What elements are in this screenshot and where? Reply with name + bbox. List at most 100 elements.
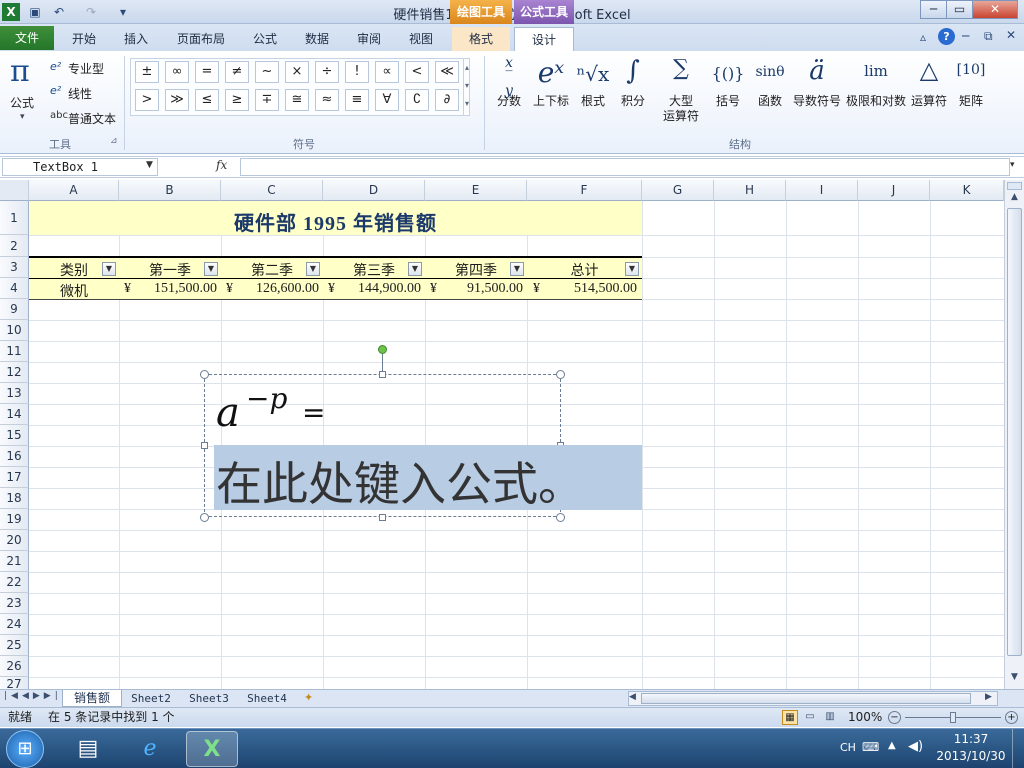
matrix-button[interactable]: 矩阵 bbox=[952, 94, 990, 109]
script-icon[interactable]: eˣ bbox=[530, 56, 572, 89]
page-break-view-icon[interactable]: ▥ bbox=[822, 710, 838, 725]
select-all-corner[interactable] bbox=[0, 180, 29, 201]
resize-handle-bottom[interactable] bbox=[379, 514, 386, 521]
symbol-divide[interactable]: ÷ bbox=[315, 61, 339, 83]
volume-icon[interactable]: ◀) bbox=[908, 739, 923, 754]
ribbon-collapse-icon[interactable]: ▵ bbox=[920, 30, 926, 44]
clock-time[interactable]: 11:37 bbox=[936, 732, 1006, 746]
sheet-tab-sheet2[interactable]: Sheet2 bbox=[124, 690, 178, 707]
row-header[interactable]: 22 bbox=[0, 572, 29, 593]
symbol-plus-minus[interactable]: ± bbox=[135, 61, 159, 83]
tools-dialog-launcher-icon[interactable]: ⊿ bbox=[110, 136, 118, 146]
accent-button[interactable]: 导数符号 bbox=[792, 94, 842, 109]
symbol-tilde[interactable]: ~ bbox=[255, 61, 279, 83]
column-header-c[interactable]: C bbox=[221, 180, 323, 201]
matrix-icon[interactable]: [10] bbox=[952, 62, 990, 78]
symbol-congruent[interactable]: ≅ bbox=[285, 89, 309, 111]
function-button[interactable]: 函数 bbox=[750, 94, 790, 109]
tab-formulas[interactable]: 公式 bbox=[242, 27, 288, 51]
column-header-h[interactable]: H bbox=[714, 180, 786, 201]
integral-button[interactable]: 积分 bbox=[616, 94, 650, 109]
filter-dropdown-icon[interactable]: ▼ bbox=[408, 262, 422, 276]
equation-dropdown-icon[interactable]: ▾ bbox=[20, 112, 25, 122]
linear-button[interactable]: 线性 bbox=[68, 85, 92, 102]
workbook-restore-icon[interactable]: ⧉ bbox=[984, 29, 993, 44]
resize-handle-top[interactable] bbox=[379, 371, 386, 378]
script-button[interactable]: 上下标 bbox=[530, 94, 572, 109]
pi-equation-icon[interactable]: π bbox=[10, 54, 30, 89]
workbook-minimize-icon[interactable]: ─ bbox=[962, 29, 969, 43]
symbol-infinity[interactable]: ∞ bbox=[165, 61, 189, 83]
sheet-tab-sheet4[interactable]: Sheet4 bbox=[240, 690, 294, 707]
tab-design[interactable]: 设计 bbox=[514, 27, 574, 52]
workbook-close-icon[interactable]: ✕ bbox=[1006, 28, 1016, 42]
limit-log-button[interactable]: 极限和对数 bbox=[844, 94, 908, 109]
scroll-left-icon[interactable]: ◀ bbox=[629, 692, 636, 702]
normal-text-button[interactable]: 普通文本 bbox=[68, 110, 116, 127]
equation-equals[interactable]: = bbox=[302, 396, 325, 429]
tab-review[interactable]: 审阅 bbox=[346, 27, 392, 51]
filter-active-icon[interactable]: ▼ bbox=[204, 262, 218, 276]
filter-dropdown-icon[interactable]: ▼ bbox=[510, 262, 524, 276]
sheet-title-cell[interactable]: 硬件部 1995 年销售额 bbox=[29, 207, 642, 236]
row-header[interactable]: 12 bbox=[0, 362, 29, 383]
radical-icon[interactable]: ⁿ√x bbox=[576, 62, 610, 86]
limit-log-icon[interactable]: lim bbox=[846, 62, 906, 80]
row-header[interactable]: 21 bbox=[0, 551, 29, 572]
symbol-proportional[interactable]: ∝ bbox=[375, 61, 399, 83]
row-header[interactable]: 15 bbox=[0, 425, 29, 446]
operator-icon[interactable]: △ bbox=[910, 56, 948, 84]
split-box[interactable] bbox=[1007, 182, 1022, 190]
clock-date[interactable]: 2013/10/30 bbox=[936, 749, 1006, 763]
symbol-for-all[interactable]: ∀ bbox=[375, 89, 399, 111]
tab-view[interactable]: 视图 bbox=[398, 27, 444, 51]
data-cell-q1[interactable]: 151,500.00 bbox=[135, 281, 217, 297]
symbol-identical[interactable]: ≡ bbox=[345, 89, 369, 111]
data-cell-total[interactable]: 514,500.00 bbox=[545, 281, 637, 297]
scroll-up-icon[interactable]: ▲ bbox=[1007, 192, 1022, 206]
symbol-approx[interactable]: ≈ bbox=[315, 89, 339, 111]
row-header[interactable]: 9 bbox=[0, 299, 29, 320]
tab-page-layout[interactable]: 页面布局 bbox=[166, 27, 236, 51]
symbol-greater-equal[interactable]: ≥ bbox=[225, 89, 249, 111]
row-header[interactable]: 14 bbox=[0, 404, 29, 425]
resize-handle-left[interactable] bbox=[201, 442, 208, 449]
name-box-dropdown-icon[interactable]: ▼ bbox=[146, 160, 153, 170]
symbol-partial[interactable]: ∂ bbox=[435, 89, 459, 111]
tab-insert[interactable]: 插入 bbox=[112, 27, 160, 51]
page-layout-view-icon[interactable]: ▭ bbox=[802, 710, 818, 725]
symbol-less-equal[interactable]: ≤ bbox=[195, 89, 219, 111]
minimize-button[interactable]: ─ bbox=[920, 0, 947, 19]
column-header-f[interactable]: F bbox=[527, 180, 642, 201]
large-operator-icon[interactable]: ∑ bbox=[660, 56, 702, 81]
column-header-b[interactable]: B bbox=[119, 180, 221, 201]
function-icon[interactable]: sinθ bbox=[750, 64, 790, 80]
row-header[interactable]: 25 bbox=[0, 635, 29, 656]
filter-dropdown-icon[interactable]: ▼ bbox=[306, 262, 320, 276]
tab-home[interactable]: 开始 bbox=[60, 27, 108, 51]
symbol-equals[interactable]: = bbox=[195, 61, 219, 83]
row-header[interactable]: 19 bbox=[0, 509, 29, 530]
professional-button[interactable]: 专业型 bbox=[68, 60, 104, 77]
row-header[interactable]: 26 bbox=[0, 656, 29, 677]
column-header-e[interactable]: E bbox=[425, 180, 527, 201]
resize-handle-bottom-left[interactable] bbox=[200, 513, 209, 522]
symbol-not-equal[interactable]: ≠ bbox=[225, 61, 249, 83]
symbol-complement[interactable]: ∁ bbox=[405, 89, 429, 111]
row-header[interactable]: 2 bbox=[0, 235, 29, 257]
row-header[interactable]: 20 bbox=[0, 530, 29, 551]
close-button[interactable]: ✕ bbox=[972, 0, 1018, 19]
row-header[interactable]: 1 bbox=[0, 201, 29, 235]
column-header-g[interactable]: G bbox=[642, 180, 714, 201]
column-header-k[interactable]: K bbox=[930, 180, 1004, 201]
zoom-in-icon[interactable]: + bbox=[1005, 711, 1018, 724]
sheet-nav-arrows-icon[interactable]: |◀◀▶▶| bbox=[4, 691, 62, 701]
bracket-icon[interactable]: {()} bbox=[708, 64, 748, 83]
tab-format[interactable]: 格式 bbox=[452, 27, 510, 51]
show-desktop-button[interactable] bbox=[1012, 729, 1024, 768]
symbol-much-greater[interactable]: ≫ bbox=[165, 89, 189, 111]
symbol-much-less[interactable]: ≪ bbox=[435, 61, 459, 83]
show-hidden-icons-icon[interactable]: ▲ bbox=[888, 740, 896, 751]
symbol-greater-than[interactable]: > bbox=[135, 89, 159, 111]
row-header[interactable]: 4 bbox=[0, 278, 29, 299]
